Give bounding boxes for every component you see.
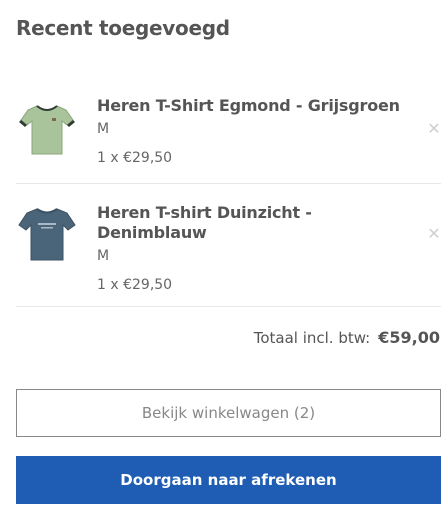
- tshirt-icon[interactable]: [16, 203, 78, 265]
- cart-total: Totaal incl. btw: €59,00: [254, 328, 440, 347]
- total-value: €59,00: [378, 328, 440, 347]
- total-label: Totaal incl. btw:: [253, 329, 371, 347]
- cart-item-name[interactable]: Heren T-Shirt Egmond - Grijsgroen: [97, 96, 407, 116]
- cart-item-variant: M: [97, 248, 110, 264]
- close-icon[interactable]: ✕: [427, 226, 441, 242]
- cart-item: Heren T-Shirt Egmond - Grijsgroen M 1 x …: [16, 82, 441, 184]
- close-icon[interactable]: ✕: [427, 121, 441, 137]
- checkout-button[interactable]: Doorgaan naar afrekenen: [16, 456, 441, 504]
- view-cart-button[interactable]: Bekijk winkelwagen (2): [16, 389, 441, 437]
- minicart-title: Recent toegevoegd: [16, 16, 230, 40]
- cart-item-info: Heren T-Shirt Egmond - Grijsgroen M 1 x …: [97, 96, 407, 167]
- cart-item-quantity-price: 1 x €29,50: [97, 277, 173, 293]
- cart-item-variant: M: [97, 121, 110, 137]
- cart-item-info: Heren T-shirt Duinzicht - Denimblauw M 1…: [97, 203, 407, 294]
- cart-item: Heren T-shirt Duinzicht - Denimblauw M 1…: [16, 185, 441, 307]
- cart-item-quantity-price: 1 x €29,50: [97, 150, 173, 166]
- cart-item-name[interactable]: Heren T-shirt Duinzicht - Denimblauw: [97, 203, 407, 243]
- tshirt-icon[interactable]: [16, 98, 78, 160]
